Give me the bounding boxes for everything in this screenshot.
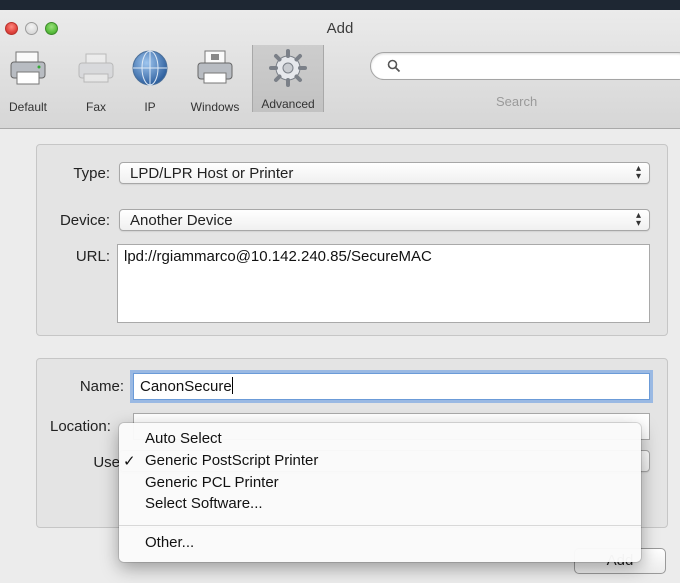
toolbar-fax[interactable]: Fax bbox=[74, 48, 118, 114]
toolbar-advanced[interactable]: Advanced bbox=[252, 45, 324, 112]
menu-item-auto-select[interactable]: Auto Select bbox=[119, 430, 641, 452]
menu-item-label: Other... bbox=[145, 534, 195, 551]
toolbar-label: Default bbox=[8, 100, 48, 114]
toolbar-default[interactable]: Default bbox=[0, 48, 56, 114]
toolbar-ip[interactable]: IP bbox=[128, 48, 172, 114]
type-value: LPD/LPR Host or Printer bbox=[130, 165, 294, 182]
content-area: Type: LPD/LPR Host or Printer ▴ ▾ Device:… bbox=[0, 128, 680, 583]
window-title: Add bbox=[326, 20, 354, 37]
name-field[interactable]: CanonSecure bbox=[133, 373, 650, 400]
use-dropdown-menu: Auto Select ✓ Generic PostScript Printer… bbox=[119, 423, 641, 562]
name-label: Name: bbox=[79, 378, 124, 395]
fax-icon bbox=[78, 53, 114, 83]
type-popup[interactable]: LPD/LPR Host or Printer ▴ ▾ bbox=[119, 162, 650, 184]
magnifier-icon bbox=[387, 59, 401, 73]
device-popup[interactable]: Another Device ▴ ▾ bbox=[119, 209, 650, 231]
toolbar-label: Fax bbox=[85, 100, 106, 114]
device-label: Device: bbox=[59, 212, 110, 229]
gear-icon bbox=[269, 49, 307, 87]
printer-icon bbox=[10, 51, 46, 85]
updown-arrows-icon: ▴ ▾ bbox=[635, 210, 641, 229]
windows-printer-icon bbox=[197, 50, 233, 84]
menu-item-label: Generic PostScript Printer bbox=[145, 452, 319, 469]
device-value: Another Device bbox=[130, 212, 233, 229]
menu-item-label: Auto Select bbox=[145, 430, 222, 447]
use-label: Use bbox=[93, 454, 120, 471]
menu-item-generic-postscript[interactable]: ✓ Generic PostScript Printer bbox=[119, 452, 641, 474]
text-caret bbox=[231, 377, 233, 394]
search-area: Search bbox=[366, 52, 680, 109]
menu-item-label: Select Software... bbox=[145, 495, 263, 512]
toolbar-label: Advanced bbox=[261, 97, 315, 111]
toolbar-label: IP bbox=[144, 100, 156, 114]
menu-item-label: Generic PCL Printer bbox=[145, 474, 279, 491]
menu-item-select-software[interactable]: Select Software... bbox=[119, 495, 641, 517]
search-input[interactable] bbox=[370, 52, 680, 80]
name-value: CanonSecure bbox=[140, 378, 232, 395]
menu-item-generic-pcl[interactable]: Generic PCL Printer bbox=[119, 474, 641, 496]
add-printer-window: Add Default Fax IP Windows Advanced Sear… bbox=[0, 10, 680, 583]
updown-arrows-icon: ▴ ▾ bbox=[635, 163, 641, 182]
globe-icon bbox=[132, 50, 168, 86]
search-label: Search bbox=[496, 94, 538, 109]
menu-item-other[interactable]: Other... bbox=[119, 534, 641, 556]
menu-separator bbox=[119, 525, 641, 526]
url-label: URL: bbox=[75, 248, 110, 265]
toolbar-label: Windows bbox=[190, 100, 240, 114]
title-toolbar: Add Default Fax IP Windows Advanced Sear… bbox=[0, 10, 680, 129]
checkmark-icon: ✓ bbox=[123, 453, 136, 470]
type-label: Type: bbox=[73, 165, 110, 182]
url-field[interactable]: lpd://rgiammarco@10.142.240.85/SecureMAC bbox=[117, 244, 650, 323]
toolbar-windows[interactable]: Windows bbox=[180, 48, 250, 114]
